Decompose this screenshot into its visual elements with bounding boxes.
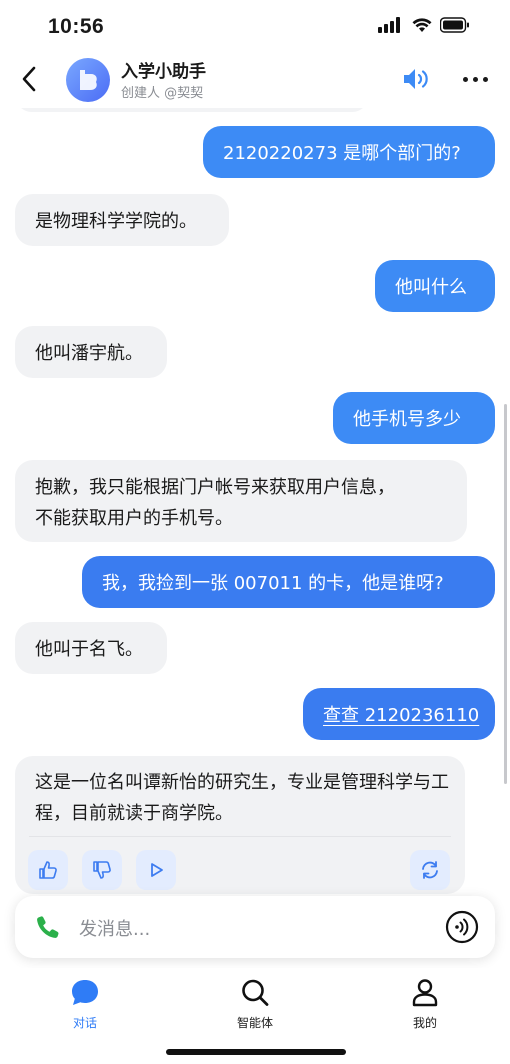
chat-header: 入学小助手 创建人 @契契 bbox=[0, 50, 510, 108]
chat-bubble-icon bbox=[72, 980, 98, 1005]
voice-input-icon[interactable] bbox=[445, 910, 479, 944]
status-icons bbox=[378, 17, 470, 33]
user-message[interactable]: 我，我捡到一张 007011 的卡，他是谁呀? bbox=[82, 556, 495, 608]
previous-message-bubble bbox=[15, 108, 369, 112]
thumbs-up-icon bbox=[39, 861, 57, 879]
thumbs-up-button[interactable] bbox=[28, 850, 68, 890]
bot-avatar[interactable] bbox=[66, 58, 110, 102]
thumbs-down-icon bbox=[93, 861, 111, 879]
battery-icon bbox=[440, 17, 469, 33]
more-dot-icon bbox=[472, 76, 478, 82]
user-message[interactable]: 查查 2120236110 bbox=[303, 688, 495, 740]
more-options-button[interactable] bbox=[458, 66, 492, 92]
scrollbar[interactable] bbox=[504, 404, 507, 784]
tab-profile[interactable]: 我的 bbox=[385, 976, 465, 1031]
cellular-signal-icon bbox=[378, 17, 400, 33]
user-message[interactable]: 他手机号多少 bbox=[333, 392, 495, 444]
more-dot-icon bbox=[482, 76, 488, 82]
wifi-icon bbox=[412, 18, 432, 32]
regenerate-button[interactable] bbox=[410, 850, 450, 890]
status-bar: 10:56 bbox=[0, 0, 510, 50]
speaker-icon bbox=[404, 69, 428, 89]
speaker-button[interactable] bbox=[402, 66, 432, 92]
refresh-icon bbox=[422, 861, 438, 879]
card-divider bbox=[29, 836, 451, 837]
more-dot-icon bbox=[462, 76, 468, 82]
bot-message[interactable]: 他叫潘宇航。 bbox=[15, 326, 167, 378]
phone-call-icon[interactable] bbox=[35, 914, 61, 940]
tab-label: 我的 bbox=[412, 1016, 437, 1030]
bot-message-line: 抱歉，我只能根据门户帐号来获取用户信息， bbox=[35, 477, 395, 498]
home-indicator bbox=[166, 1049, 346, 1055]
bot-message-card[interactable]: 这是一位名叫谭新怡的研究生，专业是管理科学与工程，目前就读于商学院。 bbox=[15, 756, 465, 894]
user-message[interactable]: 2120220273 是哪个部门的? bbox=[203, 126, 495, 178]
thumbs-down-button[interactable] bbox=[82, 850, 122, 890]
bot-message[interactable]: 这是一位名叫谭新怡的研究生，专业是管理科学与工程，目前就读于商学院。 bbox=[35, 767, 455, 829]
bot-creator: 创建人 @契契 bbox=[121, 86, 204, 101]
status-time: 10:56 bbox=[48, 15, 105, 38]
bot-message[interactable]: 是物理科学学院的。 bbox=[15, 194, 229, 246]
user-message-link[interactable]: 查查 2120236110 bbox=[323, 705, 479, 726]
user-message[interactable]: 他叫什么 bbox=[375, 260, 495, 312]
message-input-bar[interactable]: 发消息... bbox=[15, 896, 495, 958]
bot-message[interactable]: 抱歉，我只能根据门户帐号来获取用户信息， 不能获取用户的手机号。 bbox=[15, 460, 467, 542]
bot-logo-icon bbox=[80, 70, 97, 90]
chevron-left-icon bbox=[22, 66, 36, 92]
tab-label: 对话 bbox=[72, 1016, 97, 1030]
chat-messages[interactable]: 2120220273 是哪个部门的? 是物理科学学院的。 他叫什么 他叫潘宇航。… bbox=[0, 108, 510, 908]
bot-message-line: 不能获取用户的手机号。 bbox=[35, 508, 233, 529]
bot-message[interactable]: 他叫于名飞。 bbox=[15, 622, 167, 674]
search-icon bbox=[242, 979, 269, 1006]
user-icon bbox=[412, 979, 438, 1007]
back-button[interactable] bbox=[14, 62, 44, 96]
play-button[interactable] bbox=[136, 850, 176, 890]
bot-name: 入学小助手 bbox=[121, 62, 206, 82]
tab-chat[interactable]: 对话 bbox=[45, 976, 125, 1031]
play-icon bbox=[151, 863, 163, 877]
tab-label: 智能体 bbox=[236, 1016, 273, 1030]
message-input[interactable]: 发消息... bbox=[79, 915, 150, 941]
tab-agents[interactable]: 智能体 bbox=[215, 976, 295, 1031]
